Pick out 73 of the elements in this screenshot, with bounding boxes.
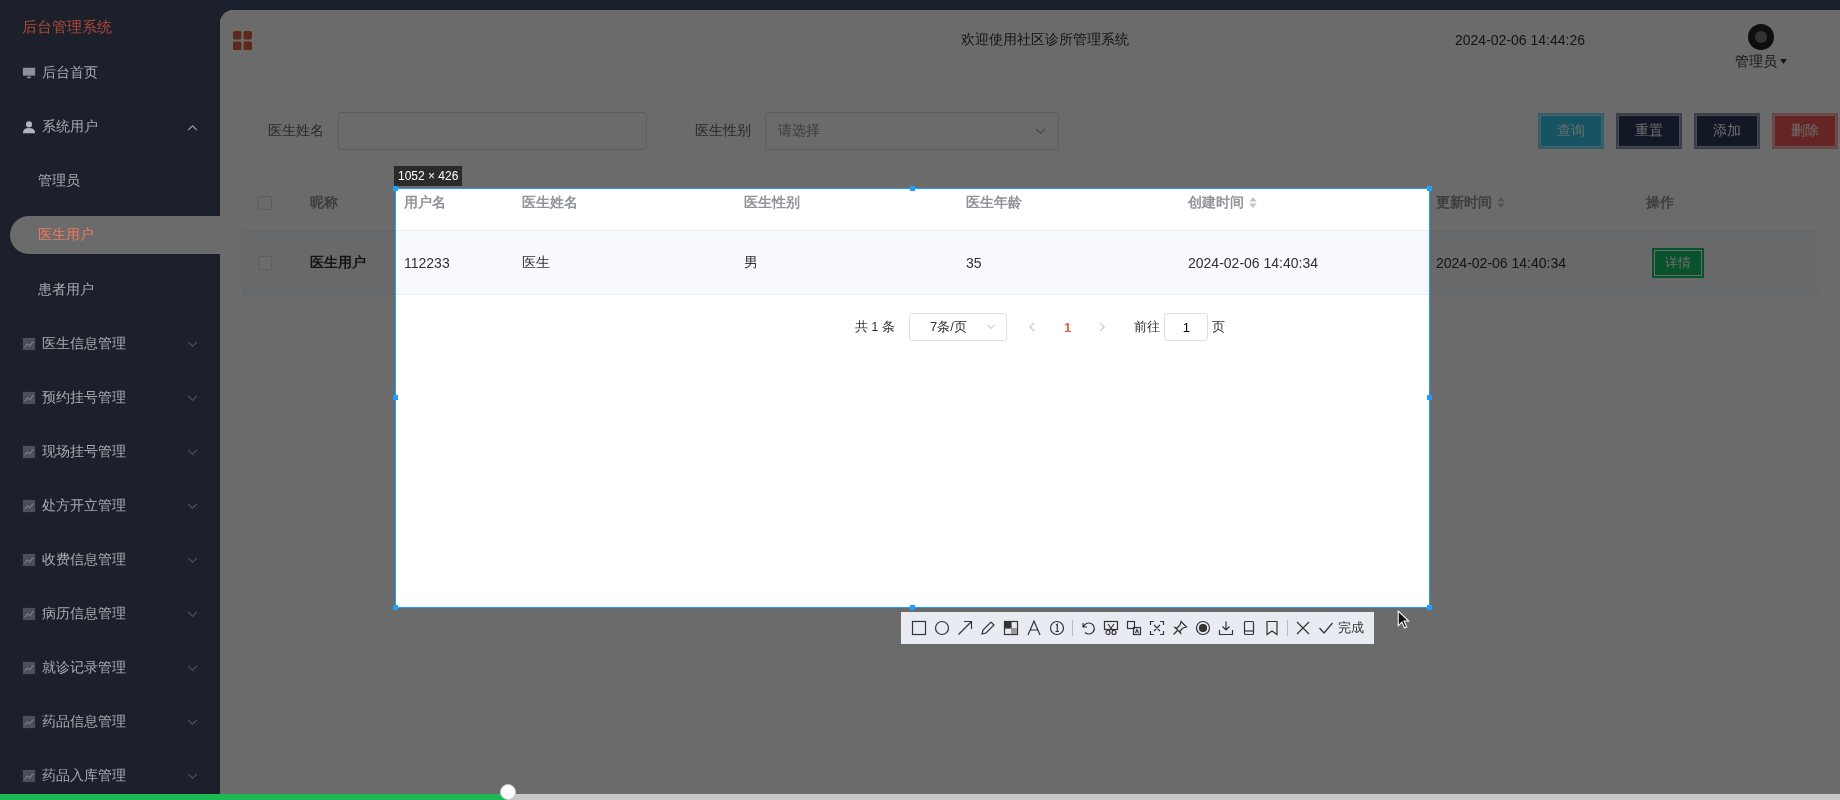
sidebar-item[interactable]: 病历信息管理 (0, 587, 220, 641)
column-header: 创建时间 (1188, 193, 1244, 212)
page-title: 欢迎使用社区诊所管理系统 (960, 31, 1130, 49)
add-button[interactable]: 添加 (1694, 113, 1760, 149)
sidebar-item[interactable]: 现场挂号管理 (0, 425, 220, 479)
mosaic-tool-icon[interactable] (1003, 620, 1019, 636)
number-tool-icon[interactable] (1049, 620, 1065, 636)
bookmark-tool-icon[interactable] (1264, 620, 1280, 636)
page-size-select[interactable]: 7条/页 (909, 313, 1008, 341)
app-title: 后台管理系统 (21, 17, 113, 37)
chart-icon (22, 661, 36, 675)
table-cell: 医生用户 (310, 253, 366, 272)
sidebar-item[interactable]: 药品信息管理 (0, 695, 220, 749)
cut-tool-icon[interactable] (1103, 620, 1119, 636)
sidebar-item[interactable]: 药品入库管理 (0, 749, 220, 800)
table-cell: 2024-02-06 14:40:34 (1188, 254, 1318, 271)
pin-tool-icon[interactable] (1172, 620, 1188, 636)
column-header: 医生姓名 (522, 193, 578, 212)
table-cell: 2024-02-06 14:40:34 (1436, 254, 1566, 271)
total-count: 共 1 条 (854, 318, 896, 336)
sidebar-item[interactable]: 预约挂号管理 (0, 371, 220, 425)
sidebar-subitem[interactable]: 患者用户 (0, 263, 220, 317)
field-label: 医生性别 (695, 122, 751, 140)
sidebar-item[interactable]: 收费信息管理 (0, 533, 220, 587)
caret-icon[interactable] (1780, 59, 1787, 64)
table-cell: 医生 (522, 253, 550, 272)
chevron-down-icon (986, 324, 997, 330)
sidebar-item[interactable]: 系统用户 (0, 100, 220, 154)
field-label: 医生姓名 (268, 122, 324, 140)
sidebar-item[interactable]: 后台首页 (0, 46, 220, 100)
close-tool-icon[interactable] (1295, 620, 1311, 636)
chart-icon (22, 391, 36, 405)
chart-icon (22, 553, 36, 567)
table-cell: 男 (744, 253, 758, 272)
text-tool-icon[interactable] (1026, 620, 1042, 636)
chart-icon (22, 337, 36, 351)
chart-icon (22, 607, 36, 621)
check-tool-icon[interactable] (1318, 620, 1334, 636)
sidebar-item[interactable]: 就诊记录管理 (0, 641, 220, 695)
sidebar-item[interactable]: 医生信息管理 (0, 317, 220, 371)
phone-tool-icon[interactable] (1241, 620, 1257, 636)
scan-tool-icon[interactable] (1149, 620, 1165, 636)
undo-tool-icon[interactable] (1080, 620, 1096, 636)
page-suffix: 页 (1212, 318, 1226, 336)
chart-icon (22, 445, 36, 459)
chevron-down-icon (1035, 127, 1046, 135)
datetime-text: 2024-02-06 14:44:26 (1455, 32, 1585, 48)
column-header: 用户名 (404, 193, 446, 212)
goto-label: 前往 (1134, 318, 1161, 336)
chart-icon (22, 715, 36, 729)
circle-tool-icon[interactable] (934, 620, 950, 636)
page-number[interactable]: 1 (1050, 319, 1086, 335)
sidebar-subitem[interactable]: 管理员 (0, 154, 220, 208)
cursor-icon (1397, 610, 1410, 629)
chart-icon (22, 769, 36, 783)
chart-icon (22, 499, 36, 513)
sidebar-item[interactable]: 处方开立管理 (0, 479, 220, 533)
monitor-icon (22, 66, 36, 80)
pencil-tool-icon[interactable] (980, 620, 996, 636)
column-header: 医生年龄 (966, 193, 1022, 212)
selection-size-label: 1052 × 426 (394, 166, 463, 186)
translate-tool-icon[interactable] (1126, 620, 1142, 636)
arrow-tool-icon[interactable] (957, 620, 973, 636)
done-button[interactable]: 完成 (1338, 619, 1364, 637)
rect-tool-icon[interactable] (911, 620, 927, 636)
download-tool-icon[interactable] (1218, 620, 1234, 636)
page-input-field[interactable]: 1 (1164, 313, 1209, 341)
record-tool-icon[interactable] (1195, 620, 1211, 636)
table-cell: 35 (966, 254, 982, 271)
user-icon (22, 120, 36, 134)
avatar-icon[interactable] (1748, 23, 1774, 50)
column-header: 医生性别 (744, 193, 800, 212)
table-cell: 112233 (404, 254, 450, 271)
